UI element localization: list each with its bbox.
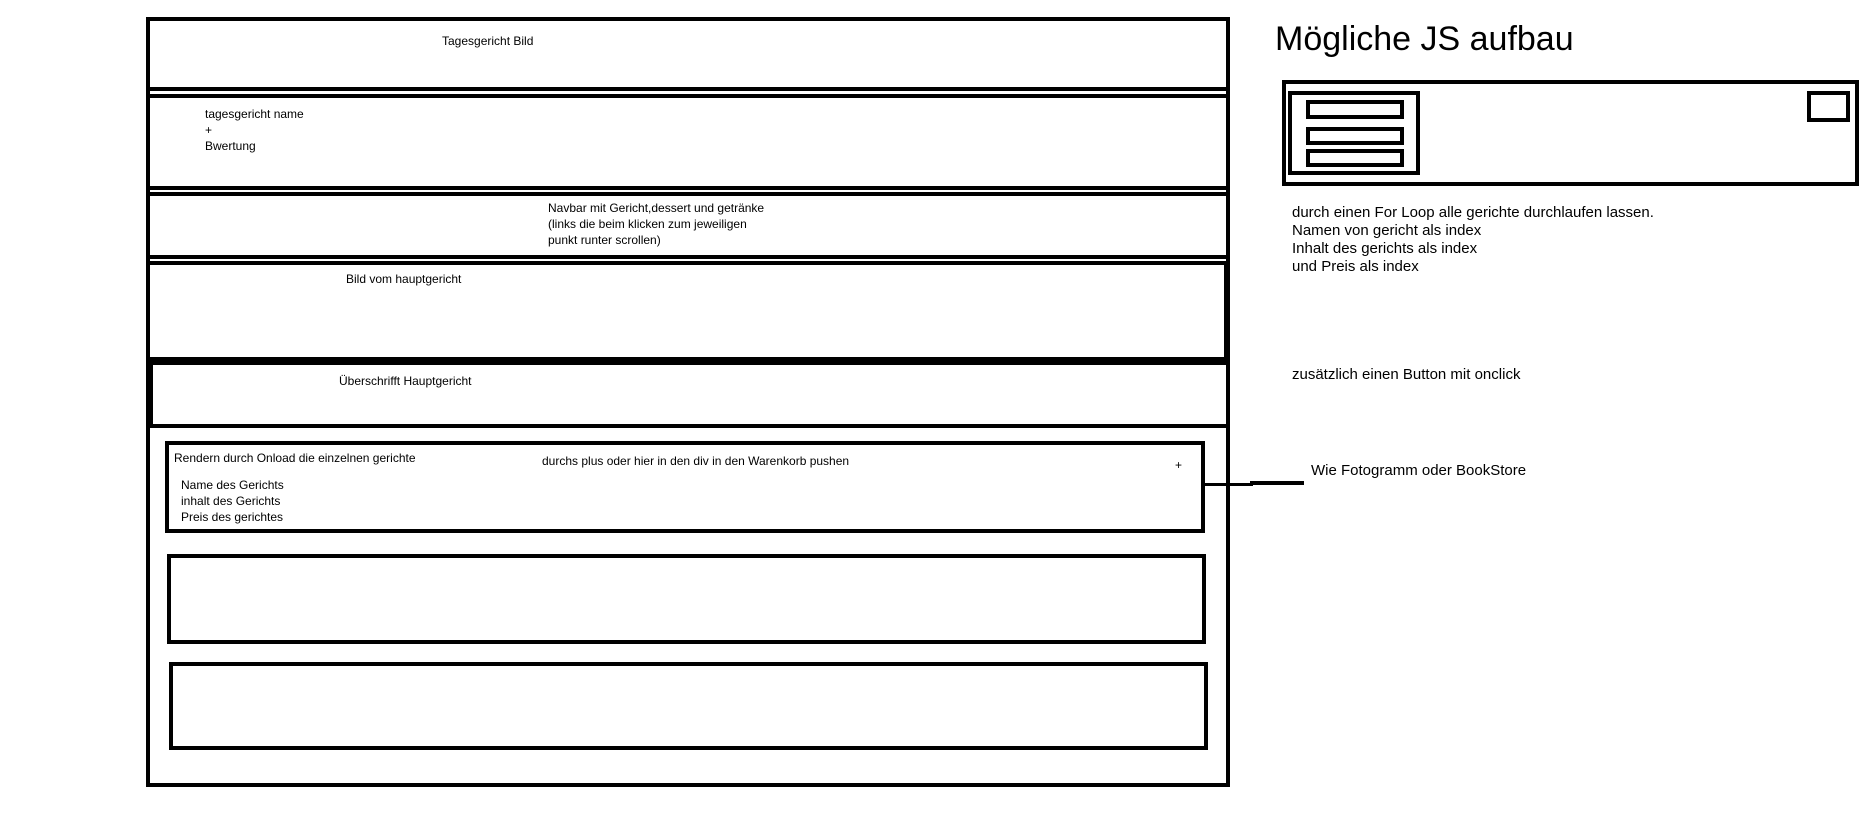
navbar-line-1: Navbar mit Gericht,dessert und getränke: [548, 201, 765, 215]
loop-note-4: und Preis als index: [1292, 258, 1419, 275]
dish-item-content: inhalt des Gerichts: [181, 494, 281, 508]
main-dish-image-label: Bild vom hauptgericht: [346, 272, 462, 286]
push-note: durchs plus oder hier in den div in den …: [542, 454, 850, 468]
loop-note-2: Namen von gericht als index: [1292, 222, 1482, 239]
dish-rating-label: Bwertung: [205, 139, 256, 153]
js-sketch-row-2: [1306, 127, 1404, 145]
dish-name-label: tagesgericht name: [205, 107, 304, 121]
loop-note-1: durch einen For Loop alle gerichte durch…: [1292, 204, 1654, 221]
navbar-line-3: punkt runter scrollen): [548, 233, 661, 247]
main-dish-image-box: Bild vom hauptgericht: [146, 261, 1228, 361]
js-sketch-row-3: [1306, 149, 1404, 167]
js-sketch-button: [1807, 91, 1850, 122]
navbar-box[interactable]: Navbar mit Gericht,dessert und getränke …: [146, 192, 1230, 259]
reference-note: Wie Fotogramm oder BookStore: [1311, 462, 1527, 479]
header-image-label: Tagesgericht Bild: [442, 34, 534, 48]
js-sketch-row-1: [1306, 100, 1404, 119]
dish-of-day-box: tagesgericht name + Bwertung: [146, 94, 1230, 190]
main-heading-box: Überschrifft Hauptgericht: [149, 361, 1230, 428]
render-title: Rendern durch Onload die einzelnen geric…: [174, 451, 416, 465]
header-image-box: Tagesgericht Bild: [146, 17, 1230, 91]
dish-item-price: Preis des gerichtes: [181, 510, 284, 524]
loop-note-3: Inhalt des gerichts als index: [1292, 240, 1478, 257]
dish-plus-label: +: [205, 123, 213, 137]
button-note: zusätzlich einen Button mit onclick: [1292, 366, 1521, 383]
js-structure-title: Mögliche JS aufbau: [1275, 20, 1574, 58]
navbar-line-2: (links die beim klicken zum jeweiligen: [548, 217, 747, 231]
connector-line-2: [1250, 481, 1304, 485]
main-heading-label: Überschrifft Hauptgericht: [339, 374, 472, 388]
dish-item-placeholder-2: [169, 662, 1208, 750]
connector-line: [1203, 483, 1253, 486]
add-to-cart-plus-button[interactable]: +: [1175, 457, 1182, 473]
dish-item-card: Rendern durch Onload die einzelnen geric…: [165, 441, 1205, 533]
dish-item-placeholder-1: [167, 554, 1206, 644]
dish-item-name: Name des Gerichts: [181, 478, 284, 492]
